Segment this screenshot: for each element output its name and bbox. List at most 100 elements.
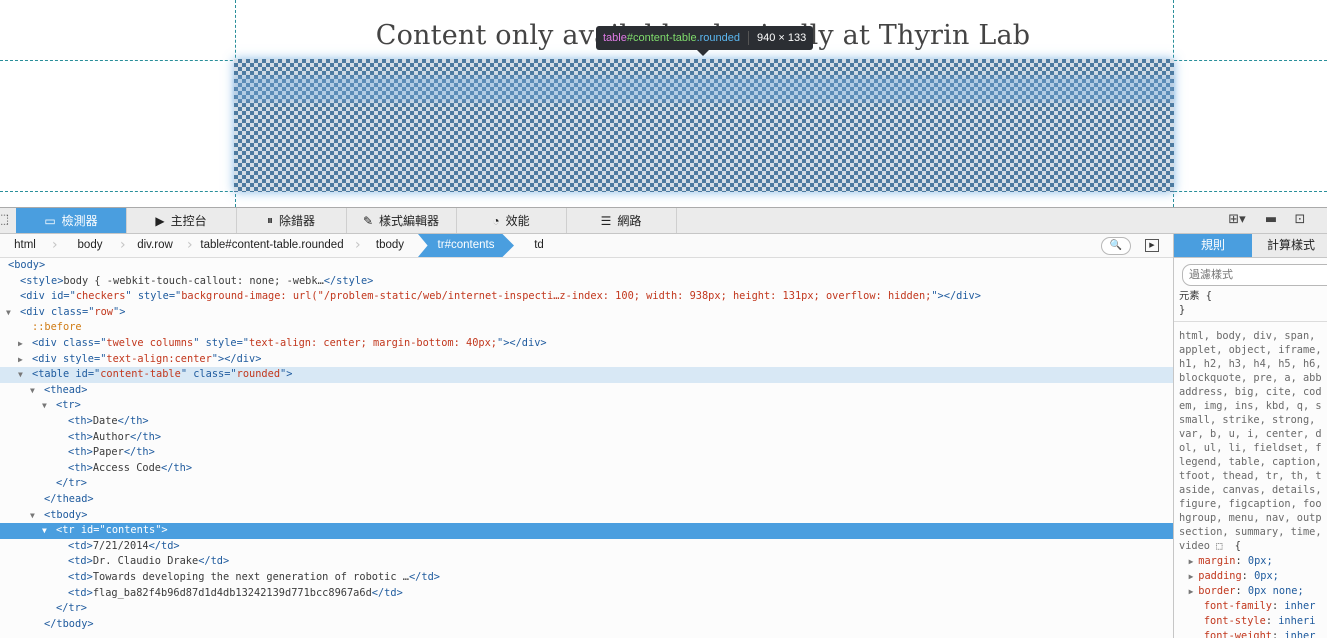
markup-token: text-align:center [106, 352, 212, 365]
markup-token: <table [32, 368, 76, 381]
element-picker-icon[interactable]: ⬚ [0, 212, 12, 228]
markup-line[interactable]: <style>body { -webkit-touch-callout: non… [0, 274, 1173, 290]
collapse-arrow-icon[interactable]: ▼ [30, 508, 35, 524]
markup-line[interactable]: ▼ <tr id="contents"> [0, 523, 1173, 539]
expand-arrow-icon[interactable]: ▶ [1179, 587, 1198, 596]
markup-token: =" [82, 305, 95, 318]
markup-line[interactable]: <td>flag_ba82f4b96d87d1d4db13242139d771b… [0, 586, 1173, 602]
markup-token: row [94, 305, 114, 318]
css-declaration[interactable]: ▶ padding: 0px; [1179, 569, 1327, 583]
markup-token: <th> [68, 461, 93, 474]
markup-line[interactable]: </tr> [0, 601, 1173, 617]
collapse-arrow-icon[interactable]: ▼ [42, 398, 47, 414]
tab-network[interactable]: ☰ 網路 [566, 208, 677, 233]
markup-line-content: <table id="content-table" class="rounded… [32, 367, 292, 383]
dock-window-icon[interactable]: ⊡ [1291, 212, 1309, 228]
tab-style-editor[interactable]: ✎ 樣式編輯器 [346, 208, 457, 233]
expand-arrow-icon[interactable]: ▶ [18, 336, 23, 352]
css-property-value[interactable]: 0px; [1248, 555, 1273, 567]
markup-line[interactable]: ▼<body> [0, 258, 1173, 274]
markup-line[interactable]: <th>Author</th> [0, 430, 1173, 446]
expand-arrow-icon[interactable]: ▶ [1179, 572, 1198, 581]
tab-performance-label: 效能 [505, 214, 530, 228]
collapse-arrow-icon[interactable]: ▼ [30, 383, 35, 399]
markup-line[interactable]: ▼ <table id="content-table" class="rounde… [0, 367, 1173, 383]
tab-console[interactable]: ▶ 主控台 [126, 208, 237, 233]
markup-token: <tr> [56, 399, 81, 412]
markup-line[interactable]: <th>Paper</th> [0, 445, 1173, 461]
css-property-value[interactable]: inheri [1278, 615, 1315, 627]
css-property-value[interactable]: 0px; [1254, 570, 1279, 582]
markup-line[interactable]: <td>Towards developing the next generati… [0, 570, 1173, 586]
breadcrumb-div-row[interactable]: div.row [132, 234, 178, 257]
markup-line[interactable]: ▼ <tbody> [0, 508, 1173, 524]
breadcrumb-tr-contents[interactable]: tr#contents [418, 234, 514, 257]
css-property-name[interactable]: font-style [1204, 615, 1266, 627]
rule-selector-line: blockquote, pre, a, abb [1179, 371, 1327, 385]
dock-bottom-icon[interactable]: ▬ [1262, 212, 1280, 228]
dock-options-icon[interactable]: ⊞▾ [1224, 212, 1250, 228]
rule-selector-line: em, img, ins, kbd, q, s [1179, 399, 1327, 413]
markup-line[interactable]: <td>7/21/2014</td> [0, 539, 1173, 555]
markup-token: id [75, 368, 88, 381]
collapse-arrow-icon[interactable]: ▼ [18, 367, 23, 383]
markup-token: checkers [75, 290, 126, 303]
css-property-name[interactable]: padding [1198, 570, 1241, 582]
markup-token: "></div> [211, 352, 262, 365]
css-property-name[interactable]: border [1198, 585, 1235, 597]
markup-token: content-table [100, 368, 181, 381]
markup-line[interactable]: </thead> [0, 492, 1173, 508]
css-declaration[interactable]: ▶ border: 0px none; [1179, 584, 1327, 598]
tab-computed[interactable]: 計算樣式 [1252, 234, 1327, 258]
breadcrumb-content-table[interactable]: table#content-table.rounded [198, 234, 346, 257]
tab-debugger[interactable]: ⏸ 除錯器 [236, 208, 347, 233]
toggle-sidebar-icon[interactable]: ▶ [1145, 239, 1159, 252]
css-declaration[interactable]: font-style: inheri [1179, 614, 1327, 628]
css-colon: : [1241, 570, 1255, 582]
markup-line[interactable]: ::before [0, 320, 1173, 336]
breadcrumb-td[interactable]: td [526, 234, 552, 257]
tab-inspector[interactable]: ▭ 檢測器 [16, 208, 127, 233]
expand-arrow-icon[interactable]: ▶ [1179, 557, 1198, 566]
css-property-value[interactable]: inher [1284, 600, 1315, 612]
breadcrumb-html[interactable]: html [6, 234, 44, 257]
css-property-name[interactable]: margin [1198, 555, 1235, 567]
markup-line[interactable]: ▼ <thead> [0, 383, 1173, 399]
markup-line[interactable]: <div id="checkers" style="background-ima… [0, 289, 1173, 305]
breadcrumb-tbody[interactable]: tbody [370, 234, 410, 257]
tab-performance[interactable]: ◔ 效能 [456, 208, 567, 233]
rule-selector-text: html, body, div, span, [1179, 330, 1316, 342]
markup-line[interactable]: </tr> [0, 476, 1173, 492]
markup-view[interactable]: ▼<body><style>body { -webkit-touch-callo… [0, 258, 1173, 638]
markup-token: " [193, 337, 206, 349]
markup-line-content: </thead> [44, 492, 94, 508]
markup-line[interactable]: ▶ <div style="text-align:center"></div> [0, 352, 1173, 368]
markup-line[interactable]: ▼ <div class="row"> [0, 305, 1173, 321]
rule-selector-line: small, strike, strong, [1179, 413, 1327, 427]
rule-selector-text: figure, figcaption, foo [1179, 498, 1322, 510]
collapse-arrow-icon[interactable]: ▼ [42, 523, 47, 539]
markup-line[interactable]: <th>Date</th> [0, 414, 1173, 430]
markup-token: </td> [198, 555, 230, 568]
rule-selector-text: video [1179, 540, 1210, 552]
markup-line[interactable]: <td>Dr. Claudio Drake</td> [0, 554, 1173, 570]
css-property-value[interactable]: 0px none; [1248, 585, 1304, 597]
markup-line[interactable]: ▶ <div class="twelve columns" style="text… [0, 336, 1173, 352]
collapse-arrow-icon[interactable]: ▼ [6, 305, 11, 321]
markup-line[interactable]: </tbody> [0, 617, 1173, 633]
breadcrumb-body[interactable]: body [70, 234, 110, 257]
markup-line[interactable]: ▼ <tr> [0, 398, 1173, 414]
markup-token: body { -webkit-touch-callout: none; -web… [63, 274, 324, 287]
markup-search-icon[interactable]: 🔍 [1101, 237, 1131, 255]
tab-rules[interactable]: 規則 [1174, 234, 1252, 258]
markup-line[interactable]: <th>Access Code</th> [0, 461, 1173, 477]
markup-line-content: </tr> [56, 601, 87, 617]
filter-styles-input[interactable] [1182, 264, 1327, 286]
markup-token: </td> [408, 571, 440, 583]
css-declaration[interactable]: ▶ margin: 0px; [1179, 554, 1327, 568]
rule-selector-line: hgroup, menu, nav, outp [1179, 511, 1327, 525]
css-property-name[interactable]: font-family [1204, 600, 1272, 612]
css-declaration[interactable]: font-family: inher [1179, 599, 1327, 613]
expand-arrow-icon[interactable]: ▶ [18, 352, 23, 368]
css-colon: : [1272, 600, 1285, 612]
